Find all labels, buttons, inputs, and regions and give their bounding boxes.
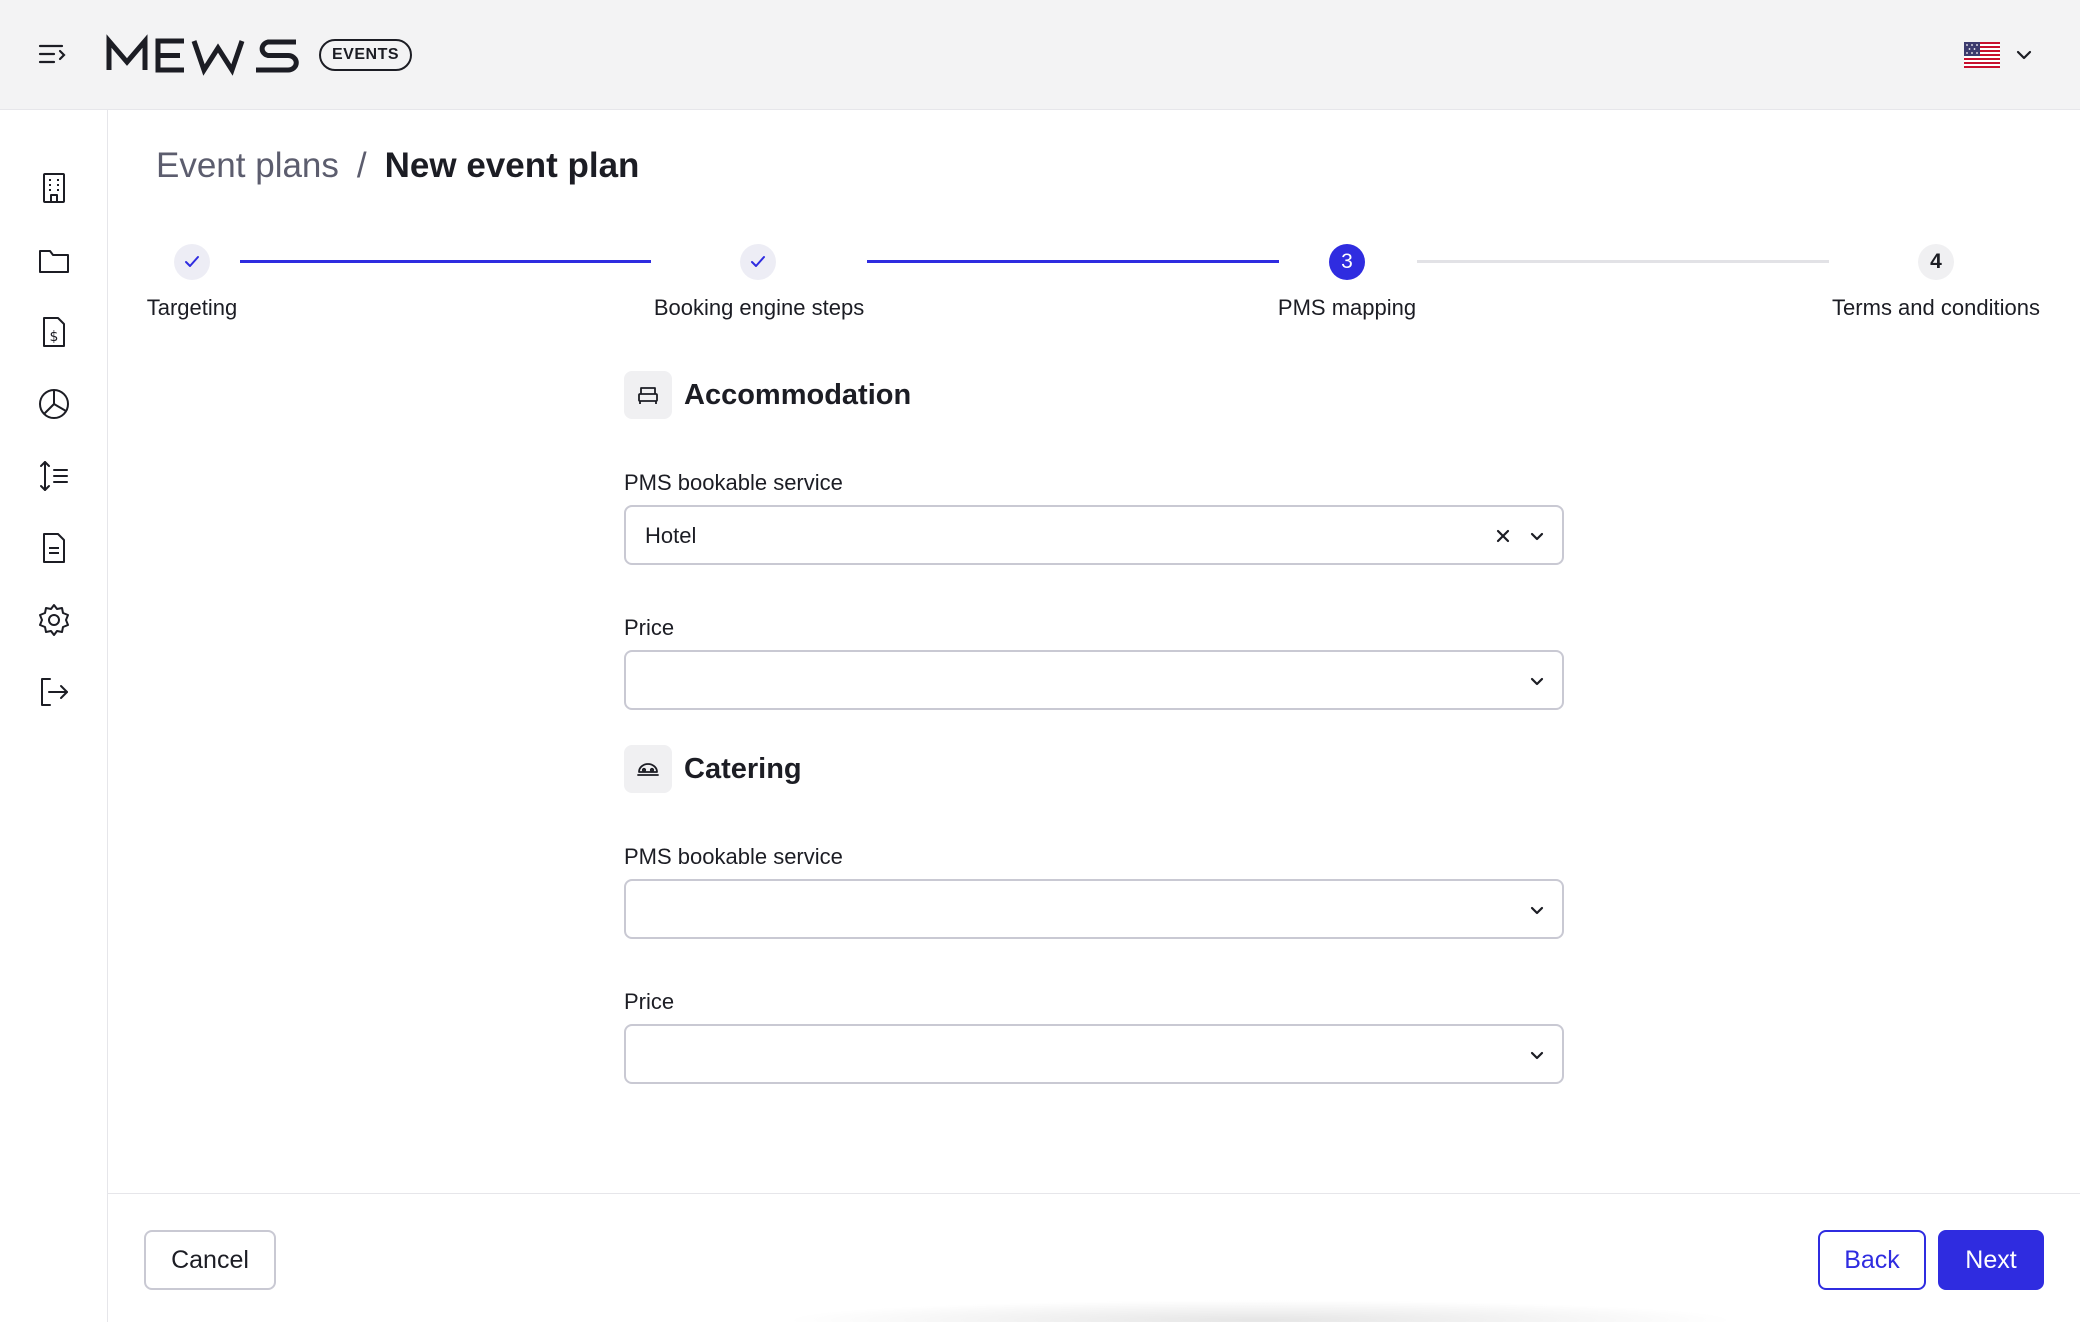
- step-label-booking-engine-steps[interactable]: Booking engine steps: [654, 295, 864, 321]
- chevron-down-icon: [1530, 532, 1544, 541]
- next-button[interactable]: Next: [1938, 1230, 2044, 1290]
- catering-price-select[interactable]: [624, 1024, 1564, 1084]
- us-flag-icon: [1964, 42, 2000, 68]
- accommodation-service-value: Hotel: [645, 523, 697, 548]
- folder-icon[interactable]: [36, 242, 72, 278]
- step-2-check-icon[interactable]: [740, 244, 776, 280]
- accommodation-price-select[interactable]: [624, 650, 1564, 710]
- logout-icon[interactable]: [36, 674, 72, 710]
- breadcrumb-separator: /: [356, 146, 367, 185]
- pie-chart-icon[interactable]: [36, 386, 72, 422]
- step-3-marker[interactable]: 3: [1329, 244, 1365, 280]
- catering-service-label: PMS bookable service: [624, 844, 843, 869]
- sidebar: $: [0, 110, 108, 1322]
- bottom-shadow: [780, 1300, 1740, 1322]
- document-icon[interactable]: [36, 530, 72, 566]
- accommodation-title: Accommodation: [684, 378, 912, 411]
- accommodation-service-label: PMS bookable service: [624, 470, 843, 495]
- step-label-pms-mapping[interactable]: PMS mapping: [1278, 295, 1416, 321]
- app-logo[interactable]: EVENTS: [106, 32, 413, 78]
- top-bar: EVENTS: [0, 0, 2080, 110]
- events-badge: EVENTS: [319, 39, 413, 71]
- chevron-down-icon: [1530, 677, 1544, 686]
- sort-list-icon[interactable]: [36, 458, 72, 494]
- step-label-terms-and-conditions[interactable]: Terms and conditions: [1832, 295, 2040, 321]
- accommodation-price-label: Price: [624, 615, 675, 640]
- page-title: New event plan: [384, 146, 640, 185]
- menu-toggle-icon[interactable]: [36, 38, 70, 72]
- chevron-down-icon: [1530, 906, 1544, 915]
- accommodation-section-header: Accommodation: [624, 371, 911, 419]
- cancel-button[interactable]: Cancel: [144, 1230, 276, 1290]
- step-connector-3: [1417, 260, 1829, 263]
- catering-price-label: Price: [624, 989, 675, 1014]
- building-icon[interactable]: [36, 170, 72, 206]
- step-4-marker[interactable]: 4: [1918, 244, 1954, 280]
- chevron-down-icon: [2016, 50, 2032, 60]
- mews-wordmark: [106, 34, 299, 76]
- catering-title: Catering: [684, 752, 802, 785]
- step-connector-2: [867, 260, 1279, 263]
- breadcrumb-event-plans-link[interactable]: Event plans: [156, 146, 339, 186]
- invoice-dollar-icon[interactable]: $: [36, 314, 72, 350]
- step-label-targeting[interactable]: Targeting: [147, 295, 238, 321]
- step-connector-1: [240, 260, 651, 263]
- accommodation-service-select[interactable]: Hotel: [624, 505, 1564, 565]
- step-1-check-icon[interactable]: [174, 244, 210, 280]
- clear-icon[interactable]: [1492, 525, 1514, 547]
- catering-icon: [624, 745, 672, 793]
- breadcrumb: Event plans / New event plan: [156, 146, 639, 186]
- catering-section-header: Catering: [624, 745, 802, 793]
- footer-divider: [108, 1193, 2080, 1194]
- catering-service-select[interactable]: [624, 879, 1564, 939]
- gear-icon[interactable]: [36, 602, 72, 638]
- svg-text:$: $: [50, 329, 59, 345]
- back-button[interactable]: Back: [1818, 1230, 1926, 1290]
- language-selector[interactable]: [1964, 42, 2036, 68]
- bed-icon: [624, 371, 672, 419]
- chevron-down-icon: [1530, 1051, 1544, 1060]
